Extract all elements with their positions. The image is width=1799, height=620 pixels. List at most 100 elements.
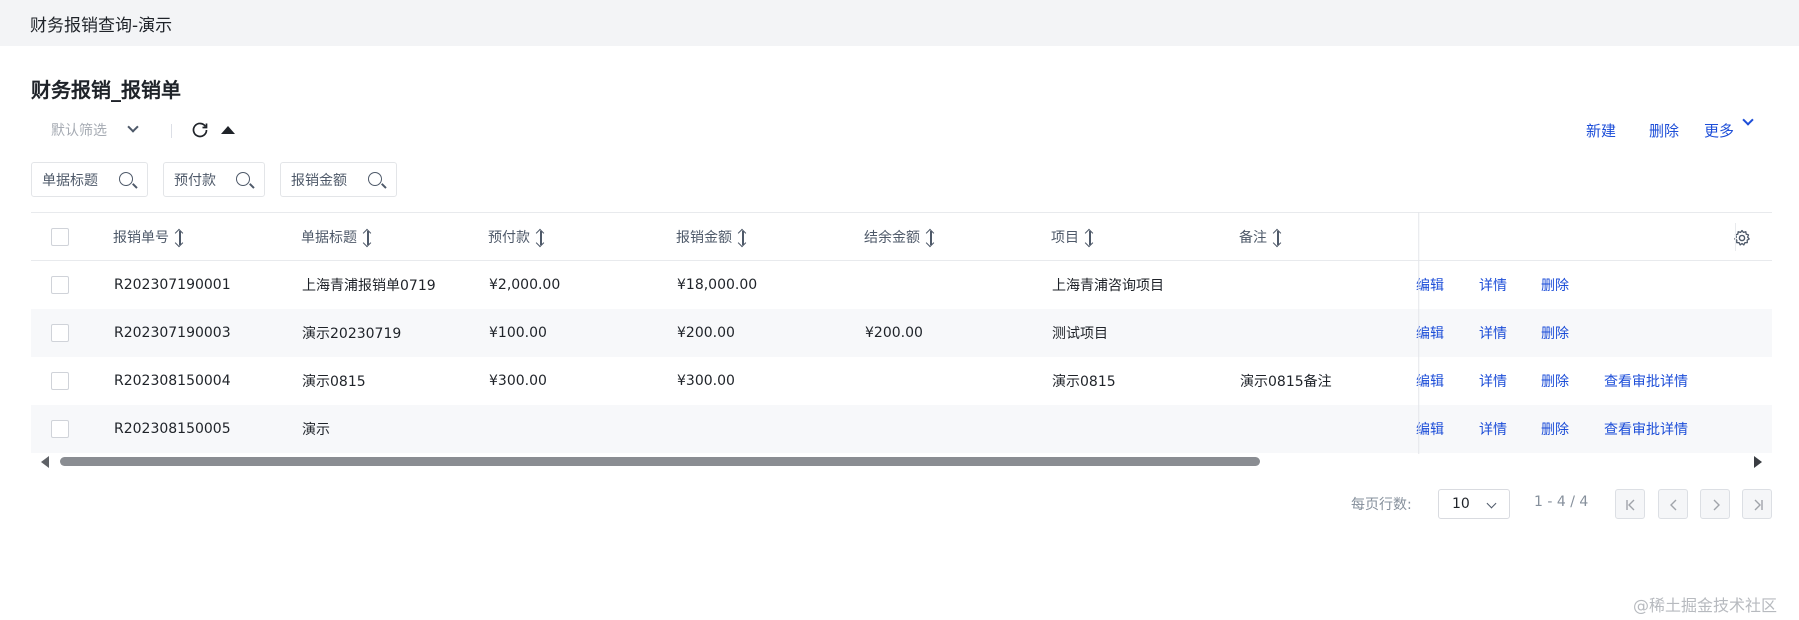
column-header[interactable]: 单据标题 — [301, 227, 373, 247]
last-page-button[interactable] — [1742, 489, 1772, 519]
sort-icon[interactable] — [363, 229, 373, 247]
first-page-icon — [1626, 499, 1635, 511]
search-icon — [368, 172, 382, 186]
column-label: 单据标题 — [301, 229, 357, 246]
scrollbar-thumb[interactable] — [60, 457, 1260, 466]
chevron-right-icon — [1713, 499, 1720, 511]
cell-amount: ¥200.00 — [677, 325, 735, 341]
cell-prepay: ¥2,000.00 — [489, 277, 561, 293]
search-field-prepay[interactable]: 预付款 — [163, 162, 265, 197]
column-header[interactable]: 预付款 — [488, 227, 546, 247]
search-field-amount[interactable]: 报销金额 — [280, 162, 397, 197]
scroll-left-arrow-icon[interactable] — [41, 456, 49, 468]
detail-link[interactable]: 详情 — [1479, 419, 1507, 439]
chevron-down-icon — [127, 121, 139, 133]
cell-no: R202307190001 — [114, 277, 231, 293]
cell-prepay: ¥300.00 — [489, 373, 547, 389]
column-label: 报销金额 — [676, 229, 732, 246]
column-header[interactable]: 报销单号 — [113, 227, 185, 247]
sort-icon[interactable] — [1085, 229, 1095, 247]
column-label: 备注 — [1239, 229, 1267, 246]
row-checkbox[interactable] — [51, 324, 69, 342]
search-icon — [119, 172, 133, 186]
delete-link[interactable]: 删除 — [1541, 419, 1569, 439]
watermark: @稀土掘金技术社区 — [1633, 596, 1778, 615]
more-button[interactable]: 更多 — [1704, 114, 1754, 141]
window-title: 财务报销查询-演示 — [30, 16, 173, 36]
column-label: 结余金额 — [864, 229, 920, 246]
approval-detail-link[interactable]: 查看审批详情 — [1604, 371, 1688, 391]
sort-icon[interactable] — [175, 229, 185, 247]
column-header[interactable]: 备注 — [1239, 227, 1283, 247]
sort-icon[interactable] — [738, 229, 748, 247]
delete-link[interactable]: 删除 — [1541, 275, 1569, 295]
column-label: 报销单号 — [113, 229, 169, 246]
page-size-select[interactable]: 10 — [1438, 489, 1510, 519]
edit-link[interactable]: 编辑 — [1416, 275, 1444, 295]
cell-amount: ¥18,000.00 — [677, 277, 758, 293]
cell-title: 演示 — [302, 422, 330, 438]
table-header: 报销单号 单据标题 预付款 报销金额 结余金额 项目 备注 — [31, 212, 1772, 261]
filter-select-value: 默认筛选 — [51, 123, 107, 139]
approval-detail-link[interactable]: 查看审批详情 — [1604, 419, 1688, 439]
column-header[interactable]: 结余金额 — [864, 227, 936, 247]
sort-icon[interactable] — [1273, 229, 1283, 247]
cell-prepay: ¥100.00 — [489, 325, 547, 341]
next-page-button[interactable] — [1700, 489, 1730, 519]
cell-title: 演示0815 — [302, 374, 366, 390]
sort-icon[interactable] — [926, 229, 936, 247]
cell-no: R202308150004 — [114, 373, 231, 389]
cell-no: R202308150005 — [114, 421, 231, 437]
row-checkbox[interactable] — [51, 276, 69, 294]
edit-link[interactable]: 编辑 — [1416, 371, 1444, 391]
search-field-label: 单据标题 — [42, 172, 98, 189]
first-page-button[interactable] — [1615, 489, 1645, 519]
new-button[interactable]: 新建 — [1586, 120, 1616, 141]
pagination-range: 1 - 4 / 4 — [1534, 494, 1589, 510]
table-row[interactable]: R202307190003 演示20230719 ¥100.00 ¥200.00… — [31, 309, 1772, 357]
column-label: 项目 — [1051, 229, 1079, 246]
edit-link[interactable]: 编辑 — [1416, 419, 1444, 439]
horizontal-scrollbar[interactable] — [31, 452, 1772, 470]
detail-link[interactable]: 详情 — [1479, 323, 1507, 343]
expense-table: 报销单号 单据标题 预付款 报销金额 结余金额 项目 备注 R202307190… — [31, 212, 1772, 454]
delete-link[interactable]: 删除 — [1541, 371, 1569, 391]
rows-per-page-label: 每页行数: — [1351, 497, 1412, 513]
row-checkbox[interactable] — [51, 420, 69, 438]
search-icon — [236, 172, 250, 186]
scroll-right-arrow-icon[interactable] — [1754, 456, 1762, 468]
cell-title: 演示20230719 — [302, 326, 402, 342]
detail-link[interactable]: 详情 — [1479, 275, 1507, 295]
sort-icon[interactable] — [536, 229, 546, 247]
collapse-caret-icon[interactable] — [221, 126, 235, 134]
page-size-value: 10 — [1452, 496, 1470, 512]
refresh-icon[interactable] — [191, 121, 209, 139]
prev-page-button[interactable] — [1658, 489, 1688, 519]
column-header[interactable]: 项目 — [1051, 227, 1095, 247]
search-field-label: 报销金额 — [291, 172, 347, 189]
cell-project: 演示0815 — [1052, 374, 1116, 390]
edit-link[interactable]: 编辑 — [1416, 323, 1444, 343]
delete-link[interactable]: 删除 — [1541, 323, 1569, 343]
cell-title: 上海青浦报销单0719 — [302, 278, 436, 294]
column-label: 预付款 — [488, 229, 530, 246]
column-header[interactable]: 报销金额 — [676, 227, 748, 247]
window-header: 财务报销查询-演示 — [0, 0, 1799, 46]
search-field-title[interactable]: 单据标题 — [31, 162, 148, 197]
cell-balance: ¥200.00 — [865, 325, 923, 341]
filter-select[interactable]: 默认筛选 — [51, 120, 139, 140]
table-row[interactable]: R202307190001 上海青浦报销单0719 ¥2,000.00 ¥18,… — [31, 261, 1772, 309]
divider — [1735, 223, 1736, 251]
search-field-label: 预付款 — [174, 172, 216, 189]
delete-button[interactable]: 删除 — [1649, 120, 1679, 141]
cell-project: 上海青浦咨询项目 — [1052, 278, 1164, 294]
detail-link[interactable]: 详情 — [1479, 371, 1507, 391]
select-all-checkbox[interactable] — [51, 227, 69, 246]
cell-amount: ¥300.00 — [677, 373, 735, 389]
chevron-down-icon — [1486, 498, 1497, 509]
row-checkbox[interactable] — [51, 372, 69, 390]
table-row[interactable]: R202308150004 演示0815 ¥300.00 ¥300.00 演示0… — [31, 357, 1772, 405]
more-label: 更多 — [1704, 122, 1735, 140]
table-row[interactable]: R202308150005 演示 编辑 详情 删除 查看审批详情 — [31, 405, 1772, 453]
cell-no: R202307190003 — [114, 325, 231, 341]
